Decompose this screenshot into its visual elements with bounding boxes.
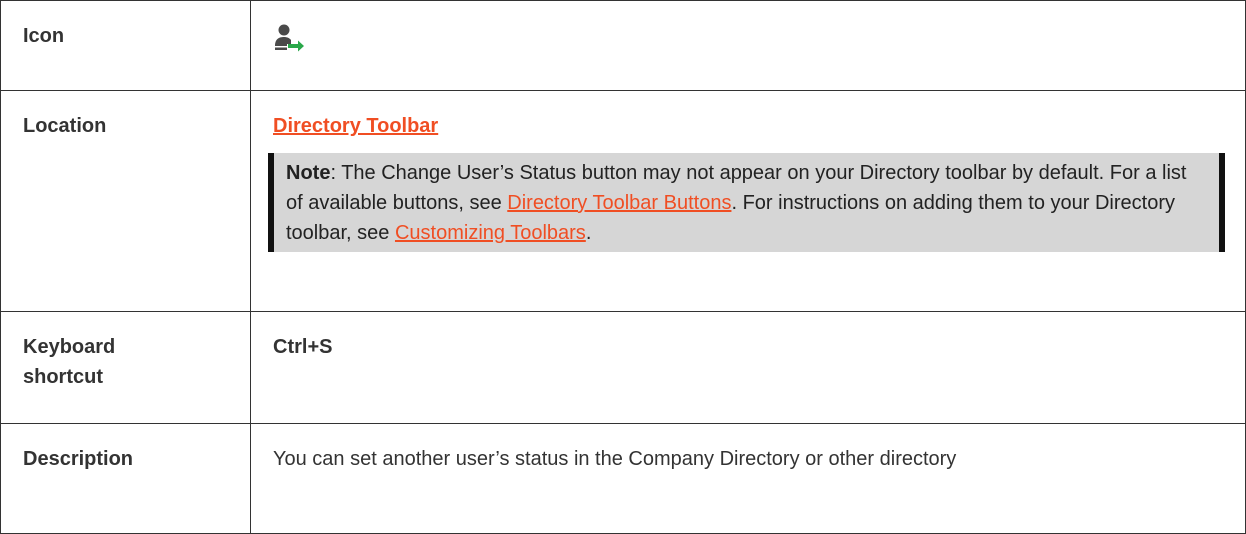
- row-value-cell: Ctrl+S: [250, 311, 1246, 424]
- row-label-cell: Description: [0, 423, 251, 534]
- keyboard-shortcut-value: Ctrl+S: [273, 336, 333, 358]
- row-label-shortcut: Keyboard shortcut: [23, 336, 116, 388]
- directory-toolbar-buttons-link[interactable]: Directory Toolbar Buttons: [507, 192, 731, 214]
- row-value-cell: You can set another user’s status in the…: [250, 423, 1246, 534]
- row-label-cell: Keyboard shortcut: [0, 311, 251, 424]
- table-row-icon: Icon: [0, 0, 1246, 91]
- table-row-shortcut: Keyboard shortcut Ctrl+S: [0, 311, 1246, 424]
- row-label-description: Description: [23, 448, 134, 470]
- directory-toolbar-link[interactable]: Directory Toolbar: [273, 115, 438, 137]
- row-label-cell: Location: [0, 90, 251, 312]
- row-label-cell: Icon: [0, 0, 251, 91]
- row-value-cell: Directory Toolbar Note: The Change User’…: [250, 90, 1246, 312]
- description-text: You can set another user’s status in the…: [273, 448, 957, 470]
- reference-table: Icon Location Directory Toolbar Note: Th…: [0, 0, 1246, 534]
- note-box: Note: The Change User’s Status button ma…: [268, 153, 1225, 252]
- table-row-description: Description You can set another user’s s…: [0, 423, 1246, 534]
- row-label-icon: Icon: [23, 25, 65, 47]
- note-label: Note: [286, 162, 331, 184]
- change-user-status-icon: [273, 22, 305, 54]
- customizing-toolbars-link[interactable]: Customizing Toolbars: [395, 222, 586, 244]
- row-label-location: Location: [23, 115, 107, 137]
- note-text-part3: .: [585, 222, 592, 244]
- row-value-cell: [250, 0, 1246, 91]
- table-row-location: Location Directory Toolbar Note: The Cha…: [0, 90, 1246, 312]
